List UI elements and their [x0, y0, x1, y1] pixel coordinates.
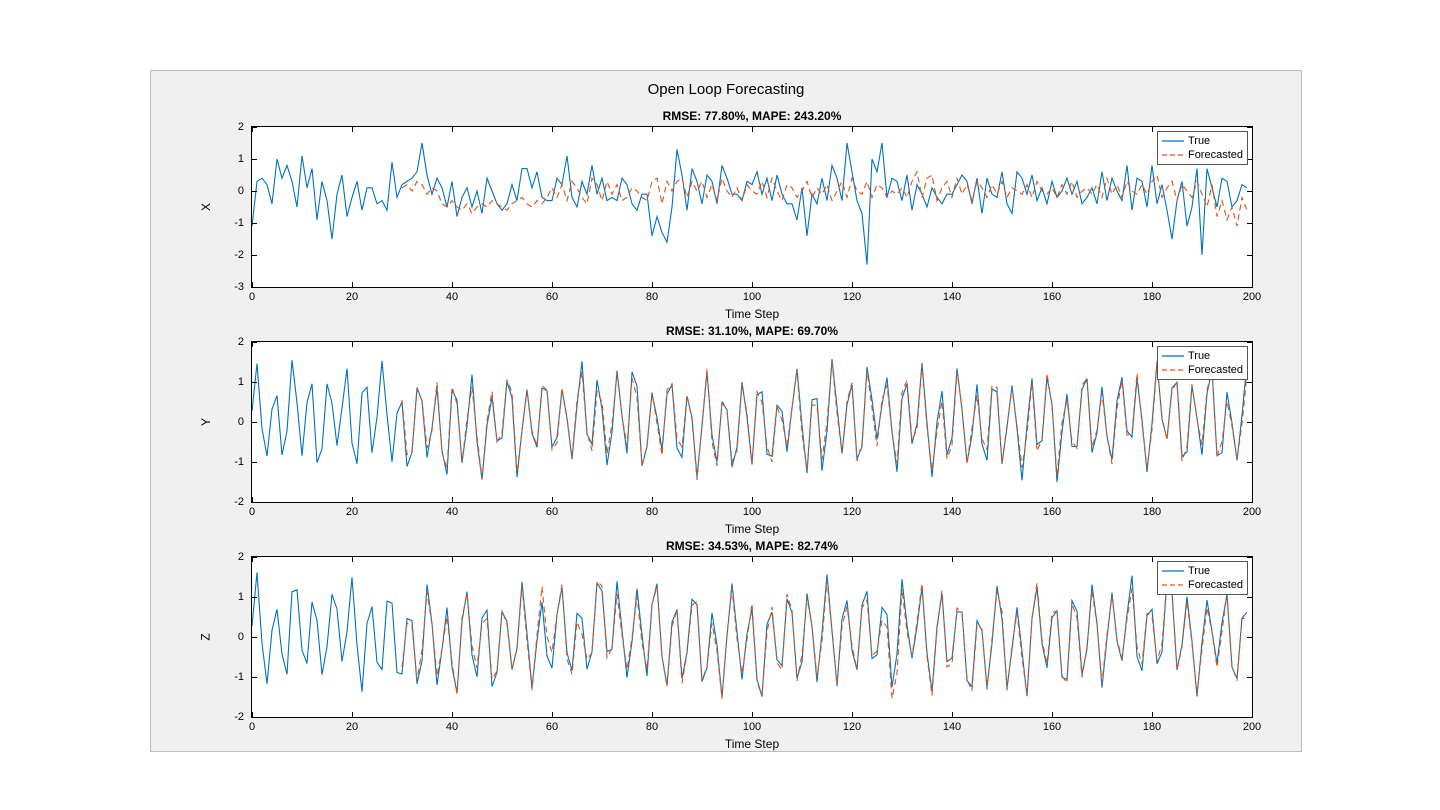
axes-z-xlabel: Time Step: [252, 737, 1252, 751]
axes-y-xlabel: Time Step: [252, 522, 1252, 536]
legend-true-label: True: [1188, 349, 1210, 363]
axes-x-plot: [252, 127, 1252, 287]
axes-y-title: RMSE: 31.10%, MAPE: 69.70%: [252, 324, 1252, 338]
axes-x-title: RMSE: 77.80%, MAPE: 243.20%: [252, 109, 1252, 123]
axes-z-ylabel: Z: [199, 633, 213, 640]
legend-forecasted-label: Forecasted: [1188, 578, 1243, 592]
axes-y-ylabel: Y: [199, 418, 213, 426]
axes-y-plot: [252, 342, 1252, 502]
axes-x-legend: True Forecasted: [1157, 131, 1248, 165]
axes-z-plot: [252, 557, 1252, 717]
axes-z: RMSE: 34.53%, MAPE: 82.74% Z Time Step 0…: [251, 556, 1253, 718]
figure-title: Open Loop Forecasting: [151, 81, 1301, 98]
axes-z-legend: True Forecasted: [1157, 561, 1248, 595]
legend-forecasted-label: Forecasted: [1188, 363, 1243, 377]
axes-x-ylabel: X: [199, 203, 213, 211]
axes-x: RMSE: 77.80%, MAPE: 243.20% X Time Step …: [251, 126, 1253, 288]
legend-forecasted-label: Forecasted: [1188, 148, 1243, 162]
legend-true-label: True: [1188, 134, 1210, 148]
axes-z-title: RMSE: 34.53%, MAPE: 82.74%: [252, 539, 1252, 553]
legend-true-label: True: [1188, 564, 1210, 578]
axes-y: RMSE: 31.10%, MAPE: 69.70% Y Time Step 0…: [251, 341, 1253, 503]
axes-y-legend: True Forecasted: [1157, 346, 1248, 380]
axes-x-xlabel: Time Step: [252, 307, 1252, 321]
figure-window: Open Loop Forecasting RMSE: 77.80%, MAPE…: [150, 70, 1302, 752]
